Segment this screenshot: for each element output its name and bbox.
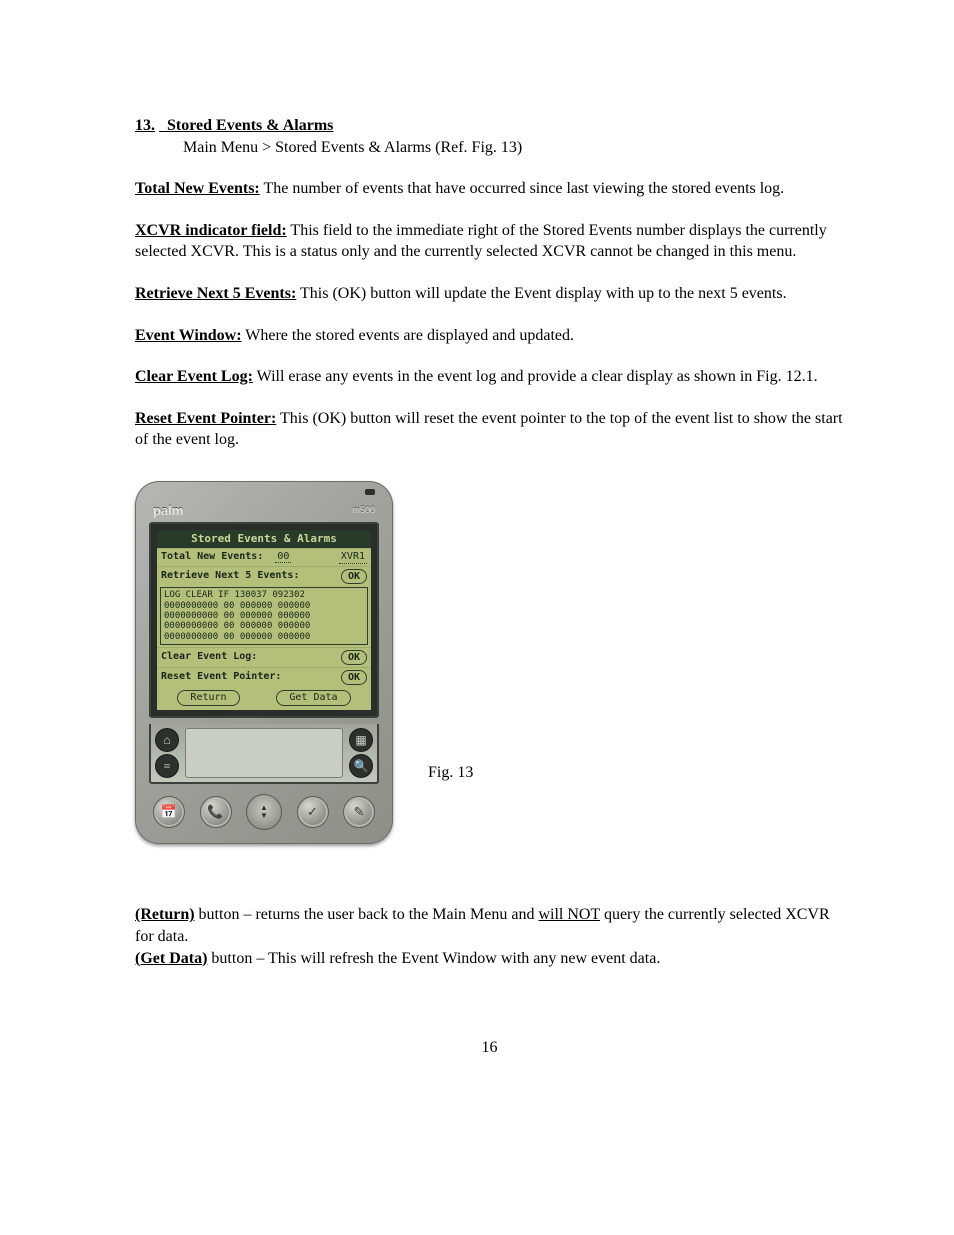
graffiti-writing-area[interactable] (185, 728, 343, 778)
device-top-bezel (143, 489, 385, 501)
row-label: Reset Event Pointer: (161, 671, 281, 684)
screen-title: Stored Events & Alarms (157, 530, 371, 548)
hardware-button-row: 📅 📞 ▲▼ ✓ ✎ (143, 784, 385, 832)
section-number: 13. (135, 117, 155, 134)
todo-button[interactable]: ✓ (297, 796, 329, 828)
row-reset-event-pointer: Reset Event Pointer: OK (157, 667, 371, 687)
def-text: button – This will refresh the Event Win… (207, 950, 660, 967)
def-clear-event-log: Clear Event Log: Will erase any events i… (135, 366, 844, 388)
def-label: (Get Data) (135, 950, 207, 967)
address-button[interactable]: 📞 (200, 796, 232, 828)
ok-button[interactable]: OK (341, 650, 367, 665)
def-return-button: (Return) button – returns the user back … (135, 904, 844, 947)
log-line: 0000000000 00 000000 000000 (164, 632, 364, 642)
model-label: m500 (352, 505, 375, 515)
section-title: Stored Events & Alarms (167, 117, 333, 134)
home-icon[interactable]: ⌂ (155, 728, 179, 752)
log-line: 0000000000 00 000000 000000 (164, 611, 364, 621)
return-button[interactable]: Return (177, 690, 239, 707)
def-event-window: Event Window: Where the stored events ar… (135, 325, 844, 347)
find-icon[interactable]: 🔍 (349, 754, 373, 778)
scroll-button[interactable]: ▲▼ (246, 794, 282, 830)
apps-icon[interactable]: ▦ (349, 728, 373, 752)
def-label: Event Window: (135, 327, 242, 344)
figure-caption: Fig. 13 (428, 544, 473, 782)
datebook-button[interactable]: 📅 (153, 796, 185, 828)
menu-icon[interactable]: ≡ (155, 754, 179, 778)
brand-logo: palm (153, 503, 183, 518)
def-label: Reset Event Pointer: (135, 410, 276, 427)
log-line: LOG CLEAR IF 130037 092302 (164, 590, 364, 600)
row-label: Total New Events: (161, 551, 263, 562)
screen-frame: Stored Events & Alarms Total New Events:… (149, 522, 379, 718)
memo-button[interactable]: ✎ (343, 796, 375, 828)
row-label: Retrieve Next 5 Events: (161, 570, 299, 583)
def-total-new-events: Total New Events: The number of events t… (135, 178, 844, 200)
log-line: 0000000000 00 000000 000000 (164, 601, 364, 611)
row-retrieve-next5: Retrieve Next 5 Events: OK (157, 566, 371, 586)
total-value: 00 (275, 551, 291, 563)
def-label: Clear Event Log: (135, 368, 253, 385)
def-text: This (OK) button will update the Event d… (296, 285, 786, 302)
get-data-button[interactable]: Get Data (276, 690, 350, 707)
ok-button[interactable]: OK (341, 569, 367, 584)
xcvr-indicator: XVR1 (339, 551, 367, 565)
figure-row: palm m500 Stored Events & Alarms Total N… (135, 481, 844, 844)
palm-device: palm m500 Stored Events & Alarms Total N… (135, 481, 393, 844)
def-text: Will erase any events in the event log a… (253, 368, 818, 385)
row-label: Clear Event Log: (161, 651, 257, 664)
page-number: 16 (135, 1039, 844, 1057)
def-get-data-button: (Get Data) button – This will refresh th… (135, 948, 844, 970)
def-label: Retrieve Next 5 Events: (135, 285, 296, 302)
def-label: XCVR indicator field: (135, 222, 287, 239)
ir-port-icon (365, 489, 375, 495)
def-retrieve-next5: Retrieve Next 5 Events: This (OK) button… (135, 283, 844, 305)
def-label: (Return) (135, 906, 195, 923)
def-text: Where the stored events are displayed an… (242, 327, 574, 344)
lcd-screen: Stored Events & Alarms Total New Events:… (157, 530, 371, 710)
def-label: Total New Events: (135, 180, 260, 197)
section-heading-block: 13. Stored Events & Alarms Main Menu > S… (135, 115, 844, 158)
row-clear-event-log: Clear Event Log: OK (157, 647, 371, 667)
breadcrumb: Main Menu > Stored Events & Alarms (Ref.… (183, 139, 522, 156)
log-line: 0000000000 00 000000 000000 (164, 621, 364, 631)
row-total-new-events: Total New Events: 00 XVR1 (157, 548, 371, 567)
screen-bottom-buttons: Return Get Data (157, 687, 371, 711)
event-window: LOG CLEAR IF 130037 092302 0000000000 00… (160, 587, 368, 645)
will-not: will NOT (538, 906, 599, 923)
def-text: button – returns the user back to the Ma… (195, 906, 539, 923)
document-page: 13. Stored Events & Alarms Main Menu > S… (0, 0, 954, 1137)
def-text: The number of events that have occurred … (260, 180, 784, 197)
def-xcvr-indicator: XCVR indicator field: This field to the … (135, 220, 844, 263)
ok-button[interactable]: OK (341, 670, 367, 685)
def-reset-event-pointer: Reset Event Pointer: This (OK) button wi… (135, 408, 844, 451)
graffiti-area[interactable]: ⌂ ≡ ▦ 🔍 (149, 724, 379, 784)
device-brand-row: palm m500 (143, 501, 385, 522)
